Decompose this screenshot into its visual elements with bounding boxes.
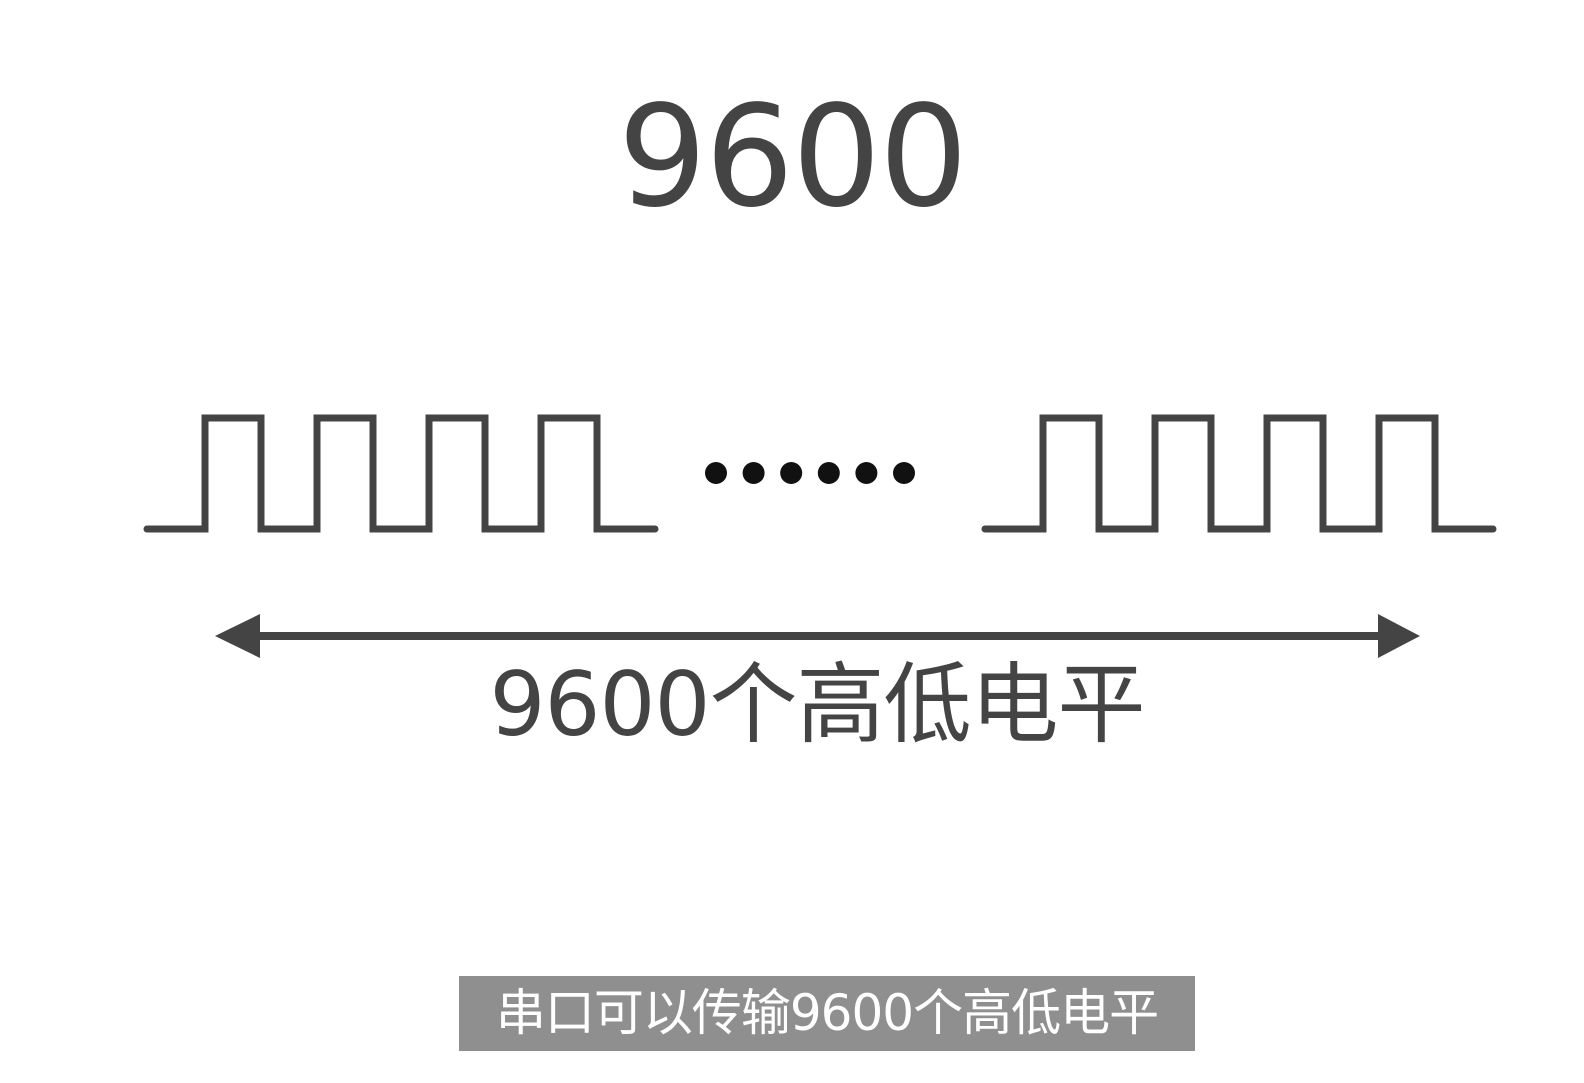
ellipsis-dots [705, 462, 915, 484]
ellipsis-dot [817, 462, 840, 484]
ellipsis-dot [893, 462, 915, 484]
ellipsis-dot [705, 462, 727, 484]
square-wave-right-path [981, 414, 1497, 533]
ellipsis-dot [780, 462, 803, 484]
square-wave-left-path [143, 414, 659, 533]
diagram-stage: 9600 9600个高低电平 串口可以传输9600个高低电平 [0, 0, 1584, 1083]
span-label: 9600个高低电平 [489, 653, 1146, 756]
ellipsis-dot [855, 462, 878, 484]
square-wave-diagram [143, 414, 1497, 658]
square-wave-left [143, 414, 659, 533]
square-wave-right [981, 414, 1497, 533]
subtitle-caption: 串口可以传输9600个高低电平 [459, 976, 1195, 1051]
ellipsis-dot [742, 462, 765, 484]
